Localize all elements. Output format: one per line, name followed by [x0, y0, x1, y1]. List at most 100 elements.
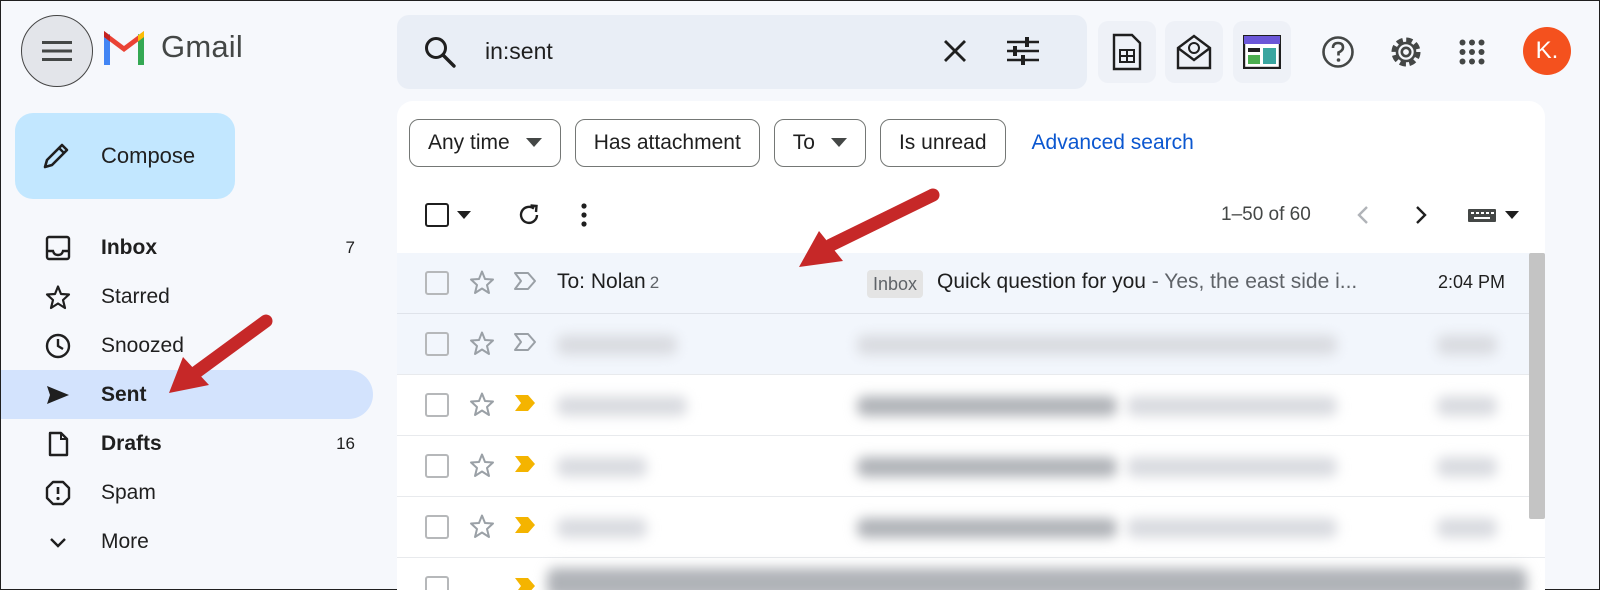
sidebar-item-more[interactable]: More	[1, 517, 373, 566]
dropdown-arrow-icon	[1505, 210, 1519, 220]
select-all-checkbox[interactable]	[425, 193, 449, 237]
email-list: To: Nolan 2 Inbox Quick question for you …	[397, 253, 1545, 590]
chevron-left-icon	[1357, 205, 1369, 225]
row-checkbox[interactable]	[425, 332, 449, 356]
row-checkbox[interactable]	[425, 393, 449, 417]
importance-marker-icon[interactable]	[513, 576, 537, 590]
sidebar-item-label: More	[101, 529, 149, 553]
dropdown-arrow-icon	[830, 138, 847, 148]
newer-page-button[interactable]	[1357, 193, 1369, 237]
email-subject-snippet: Quick question for you - Yes, the east s…	[937, 270, 1357, 294]
older-page-button[interactable]	[1415, 193, 1427, 237]
redacted-sender	[557, 335, 677, 355]
sidebar-item-inbox[interactable]: Inbox 7	[1, 223, 373, 272]
refresh-button[interactable]	[517, 193, 541, 237]
settings-icon[interactable]	[1389, 35, 1423, 69]
row-checkbox[interactable]	[425, 454, 449, 478]
redacted-time	[1437, 457, 1497, 477]
redacted-subject	[857, 335, 1337, 355]
chip-label: Any time	[428, 131, 510, 154]
send-icon	[45, 382, 71, 408]
email-sender: To: Nolan 2	[557, 270, 659, 294]
inbox-icon	[45, 235, 71, 261]
inbox-label-badge[interactable]: Inbox	[867, 270, 924, 298]
gmail-logo-icon	[101, 29, 147, 65]
importance-marker-icon[interactable]	[513, 515, 537, 535]
spam-icon	[45, 480, 71, 506]
sidebar-item-spam[interactable]: Spam	[1, 468, 373, 517]
help-icon[interactable]	[1321, 35, 1355, 69]
sheets-icon	[1112, 33, 1142, 71]
redacted-snippet	[1127, 457, 1337, 477]
importance-marker-icon[interactable]	[513, 393, 537, 413]
gmail-logo[interactable]: Gmail	[101, 29, 243, 65]
email-row[interactable]	[397, 314, 1545, 375]
any-time-filter[interactable]: Any time	[409, 119, 561, 167]
redacted-subject	[857, 457, 1117, 477]
input-tools-dropdown[interactable]	[1505, 193, 1519, 237]
search-bar[interactable]	[397, 15, 1087, 89]
sidebar-item-label: Spam	[101, 480, 156, 504]
chip-label: Has attachment	[593, 131, 741, 154]
email-row[interactable]	[397, 436, 1545, 497]
chip-label: Is unread	[898, 131, 987, 154]
pagination-text: 1–50 of 60	[1221, 204, 1311, 225]
star-icon[interactable]	[469, 269, 495, 295]
select-options-dropdown[interactable]	[457, 193, 471, 237]
importance-marker-icon[interactable]	[513, 271, 537, 291]
row-checkbox[interactable]	[425, 271, 449, 295]
to-filter[interactable]: To	[773, 119, 866, 167]
email-row[interactable]	[397, 558, 1545, 590]
redacted-snippet	[1127, 396, 1337, 416]
search-input[interactable]	[485, 33, 915, 69]
has-attachment-filter[interactable]: Has attachment	[574, 119, 760, 167]
star-icon[interactable]	[469, 513, 495, 539]
account-avatar[interactable]: K.	[1523, 27, 1571, 75]
sidebar-item-sent[interactable]: Sent	[1, 370, 373, 419]
search-options-icon[interactable]	[1007, 37, 1039, 65]
menu-icon	[42, 40, 72, 62]
star-icon[interactable]	[469, 452, 495, 478]
star-icon[interactable]	[469, 391, 495, 417]
mail-panel: Any time Has attachment To Is unread Adv…	[397, 101, 1545, 590]
apps-grid-icon[interactable]	[1459, 39, 1485, 65]
email-app-button[interactable]	[1165, 21, 1223, 83]
sidebar-item-snoozed[interactable]: Snoozed	[1, 321, 373, 370]
input-tools-button[interactable]	[1467, 193, 1497, 237]
is-unread-filter[interactable]: Is unread	[879, 119, 1006, 167]
redacted-snippet	[1127, 518, 1337, 538]
redacted-sender	[557, 396, 687, 416]
star-icon[interactable]	[469, 330, 495, 356]
chevron-right-icon	[1415, 205, 1427, 225]
sidebar-item-starred[interactable]: Starred	[1, 272, 373, 321]
redacted-time	[1437, 396, 1497, 416]
layout-app-button[interactable]	[1233, 21, 1291, 83]
list-scrollbar[interactable]	[1529, 253, 1545, 519]
draft-icon	[45, 431, 71, 457]
sidebar-item-label: Sent	[101, 382, 147, 406]
clear-icon[interactable]	[943, 39, 967, 63]
main-menu-button[interactable]	[21, 15, 93, 87]
redacted-row	[547, 568, 1527, 590]
importance-marker-icon[interactable]	[513, 332, 537, 352]
sidebar-item-drafts[interactable]: Drafts 16	[1, 419, 373, 468]
row-checkbox[interactable]	[425, 576, 449, 590]
sender-name: To: Nolan	[557, 270, 646, 293]
row-checkbox[interactable]	[425, 515, 449, 539]
email-row[interactable]	[397, 375, 1545, 436]
compose-button[interactable]: Compose	[15, 113, 235, 199]
email-row[interactable]: To: Nolan 2 Inbox Quick question for you …	[397, 253, 1545, 314]
search-icon[interactable]	[423, 35, 457, 69]
more-options-button[interactable]	[581, 193, 587, 237]
redacted-time	[1437, 335, 1497, 355]
thread-count: 2	[649, 273, 660, 292]
sheets-app-button[interactable]	[1098, 21, 1156, 83]
redacted-sender	[557, 457, 647, 477]
list-toolbar: 1–50 of 60	[397, 193, 1545, 237]
advanced-search-link[interactable]: Advanced search	[1032, 131, 1194, 155]
importance-marker-icon[interactable]	[513, 454, 537, 474]
unread-count: 7	[345, 237, 355, 257]
chevron-down-icon	[45, 529, 71, 555]
email-row[interactable]	[397, 497, 1545, 558]
search-filter-chips: Any time Has attachment To Is unread Adv…	[409, 119, 1194, 167]
